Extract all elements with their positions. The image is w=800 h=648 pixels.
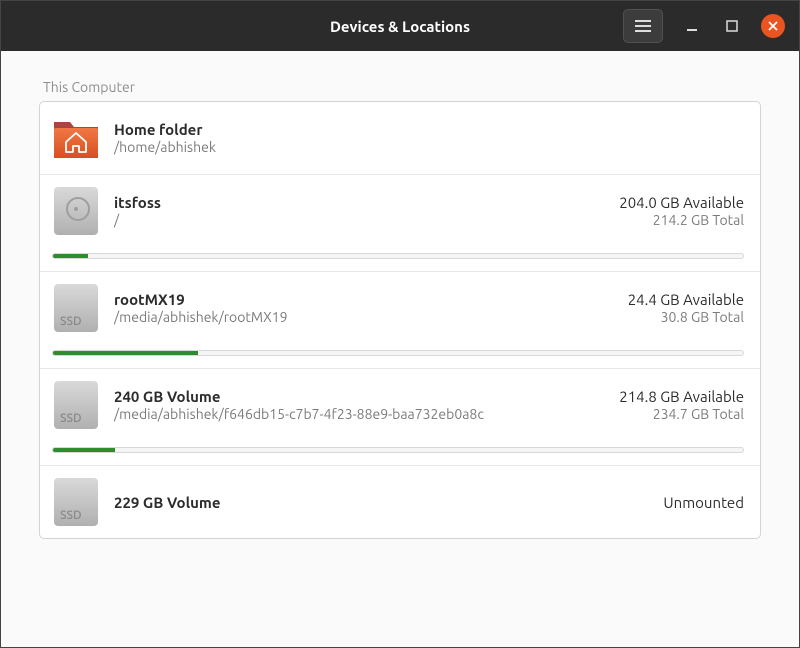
maximize-icon	[726, 20, 738, 32]
row-title: Home folder	[114, 121, 744, 138]
row-total: 214.2 GB Total	[619, 212, 744, 228]
row-main: rootMX19/media/abhishek/rootMX19 24.4 GB …	[52, 284, 744, 332]
device-row[interactable]: 229 GB Volume Unmounted	[40, 466, 760, 538]
row-available: 24.4 GB Available	[628, 291, 744, 308]
harddisk-icon	[54, 187, 98, 235]
row-text: Home folder/home/abhishek	[114, 121, 744, 155]
hamburger-icon	[635, 20, 651, 32]
minimize-icon	[686, 20, 698, 32]
row-icon-wrap	[52, 478, 100, 526]
ssd-icon	[54, 478, 98, 526]
row-text: rootMX19/media/abhishek/rootMX19	[114, 291, 614, 325]
main-content: This Computer Home folder/home/abhishek i…	[1, 51, 799, 647]
usage-progress	[52, 447, 744, 453]
ssd-icon	[54, 381, 98, 429]
device-list: Home folder/home/abhishekitsfoss/204.0 G…	[39, 101, 761, 539]
row-icon-wrap	[52, 381, 100, 429]
row-status: Unmounted	[663, 494, 744, 511]
row-path: /media/abhishek/f646db15-c7b7-4f23-88e9-…	[114, 406, 605, 422]
usage-progress-fill	[53, 351, 198, 355]
usage-progress	[52, 350, 744, 356]
window-title: Devices & Locations	[330, 18, 470, 35]
app-window: Devices & Locations	[0, 0, 800, 648]
row-total: 234.7 GB Total	[619, 406, 744, 422]
close-button[interactable]	[761, 14, 785, 38]
usage-progress	[52, 253, 744, 259]
row-main: 240 GB Volume/media/abhishek/f646db15-c7…	[52, 381, 744, 429]
row-right: Unmounted	[663, 494, 744, 511]
minimize-button[interactable]	[681, 15, 703, 37]
row-title: rootMX19	[114, 291, 614, 308]
usage-progress-fill	[53, 448, 115, 452]
home-folder-icon	[52, 116, 100, 160]
section-label: This Computer	[39, 79, 761, 95]
row-main: itsfoss/204.0 GB Available214.2 GB Total	[52, 187, 744, 235]
device-row[interactable]: itsfoss/204.0 GB Available214.2 GB Total	[40, 175, 760, 272]
menu-button[interactable]	[623, 9, 663, 43]
row-main: Home folder/home/abhishek	[52, 114, 744, 162]
row-available: 214.8 GB Available	[619, 388, 744, 405]
device-row[interactable]: Home folder/home/abhishek	[40, 102, 760, 175]
row-total: 30.8 GB Total	[628, 309, 744, 325]
maximize-button[interactable]	[721, 15, 743, 37]
row-available: 204.0 GB Available	[619, 194, 744, 211]
row-title: 229 GB Volume	[114, 494, 649, 511]
row-right: 24.4 GB Available30.8 GB Total	[628, 291, 744, 325]
device-row[interactable]: 240 GB Volume/media/abhishek/f646db15-c7…	[40, 369, 760, 466]
row-text: 240 GB Volume/media/abhishek/f646db15-c7…	[114, 388, 605, 422]
row-path: /	[114, 212, 605, 228]
row-main: 229 GB Volume Unmounted	[52, 478, 744, 526]
close-icon	[768, 21, 778, 31]
row-text: itsfoss/	[114, 194, 605, 228]
device-row[interactable]: rootMX19/media/abhishek/rootMX19 24.4 GB …	[40, 272, 760, 369]
row-icon-wrap	[52, 284, 100, 332]
row-right: 204.0 GB Available214.2 GB Total	[619, 194, 744, 228]
row-path: /media/abhishek/rootMX19	[114, 309, 614, 325]
titlebar-controls	[623, 9, 785, 43]
row-icon-wrap	[52, 187, 100, 235]
titlebar: Devices & Locations	[1, 1, 799, 51]
row-right: 214.8 GB Available234.7 GB Total	[619, 388, 744, 422]
row-icon-wrap	[52, 114, 100, 162]
row-title: itsfoss	[114, 194, 605, 211]
row-path: /home/abhishek	[114, 139, 744, 155]
row-title: 240 GB Volume	[114, 388, 605, 405]
usage-progress-fill	[53, 254, 88, 258]
ssd-icon	[54, 284, 98, 332]
row-text: 229 GB Volume	[114, 494, 649, 511]
